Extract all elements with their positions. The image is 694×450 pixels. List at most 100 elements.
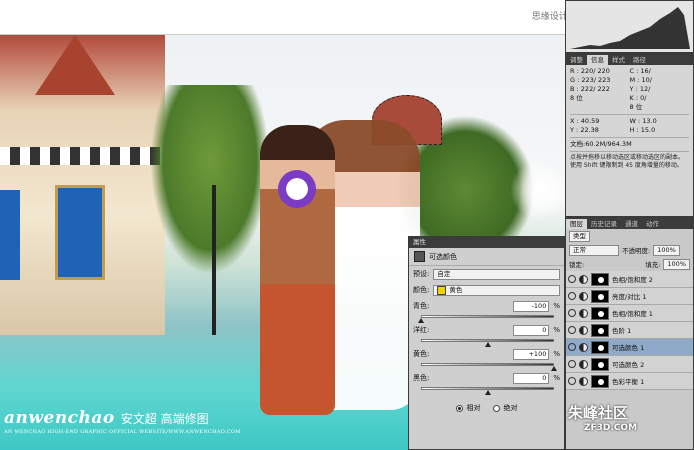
properties-panel: 属性 可选颜色 预设: 自定 颜色: 黄色 青色: -100% 洋红: 0% 黄色: +1… [408, 236, 565, 450]
g-label: G : [570, 76, 580, 84]
color-sliders: 青色: -100% 洋红: 0% 黄色: +100% 黑色: 0% [409, 298, 564, 395]
layer-row[interactable]: 可选颜色 2 [566, 356, 693, 373]
layer-row[interactable]: 色阶 1 [566, 322, 693, 339]
slider-value-field[interactable]: +100 [513, 348, 550, 360]
adjustment-layer-icon [579, 359, 588, 369]
info-panel: 调整 信息 样式 路径 R : 220/ 220 G : 223/ 223 B … [565, 53, 694, 217]
y-value: 12/ [639, 85, 651, 93]
properties-title: 可选颜色 [429, 252, 457, 261]
slider-knob[interactable] [551, 366, 557, 371]
preset-select[interactable]: 自定 [433, 268, 560, 280]
tab-layers[interactable]: 图层 [566, 219, 587, 229]
relative-label: 相对 [466, 404, 481, 412]
slider-knob[interactable] [484, 342, 491, 347]
fill-field[interactable]: 100% [663, 258, 690, 270]
visibility-eye-icon[interactable] [568, 309, 576, 317]
y-coord-value: 22.38 [580, 126, 599, 134]
slider-label: 黄色: [413, 350, 430, 358]
tab-history[interactable]: 历史记录 [587, 219, 621, 229]
relative-radio[interactable] [455, 404, 463, 412]
color-value: 黄色 [449, 285, 463, 294]
slider-track[interactable] [421, 386, 554, 395]
tab-styles[interactable]: 样式 [608, 55, 629, 65]
adjustment-layer-icon [579, 291, 588, 301]
slider-group: 黑色: 0% [409, 370, 564, 395]
visibility-eye-icon[interactable] [568, 326, 576, 334]
adjustment-layer-icon [579, 376, 588, 386]
slider-unit: % [553, 350, 560, 358]
slider-value-field[interactable]: 0 [513, 372, 550, 384]
brand-name: anwenchao [4, 408, 115, 428]
slider-group: 青色: -100% [409, 298, 564, 323]
layer-row[interactable]: 色相/饱和度 2 [566, 271, 693, 288]
site-mark-big: 朱峰社区 [568, 404, 629, 422]
opacity-field[interactable]: 100% [653, 244, 680, 256]
absolute-label: 绝对 [503, 404, 518, 412]
blue-door [55, 185, 105, 280]
tab-info[interactable]: 信息 [587, 55, 608, 65]
tab-channels[interactable]: 通道 [621, 219, 642, 229]
layer-mask-thumbnail[interactable] [591, 374, 609, 388]
info-tabs: 调整 信息 样式 路径 [566, 54, 693, 65]
doc-size: 文档:60.2M/964.3M [570, 140, 632, 148]
site-mark-small: ZF3D.COM [584, 423, 638, 433]
layer-name: 色阶 1 [612, 327, 632, 335]
visibility-eye-icon[interactable] [568, 343, 576, 351]
layer-row[interactable]: 亮度/对比 1 [566, 288, 693, 305]
visibility-eye-icon[interactable] [568, 292, 576, 300]
slider-label: 洋红: [413, 326, 430, 334]
layer-row[interactable]: 色彩平衡 1 [566, 373, 693, 390]
slider-knob[interactable] [418, 318, 424, 323]
layer-list: 色相/饱和度 2 亮度/对比 1 色相/饱和度 1 色阶 1 可选颜色 1 可选颜色 2 色… [566, 271, 693, 390]
street-lamp [212, 185, 216, 335]
x-label: X : [570, 117, 579, 125]
groom [260, 125, 335, 415]
layer-name: 色相/饱和度 1 [612, 310, 653, 318]
brand-subtitle: AN WENCHAO HIGH-END GRAPHIC OFFICIAL WEB… [4, 429, 241, 435]
yellow-swatch-icon [437, 285, 447, 295]
visibility-eye-icon[interactable] [568, 360, 576, 368]
adjustment-layer-icon [579, 342, 588, 352]
h-value: 15.0 [640, 126, 656, 134]
adjustment-layer-icon [579, 274, 588, 284]
layer-mask-thumbnail[interactable] [591, 306, 609, 320]
layer-mask-thumbnail[interactable] [591, 289, 609, 303]
layer-name: 可选颜色 1 [612, 344, 645, 352]
y-coord-label: Y : [570, 126, 579, 134]
layer-name: 色彩平衡 1 [612, 378, 645, 386]
layer-mask-thumbnail[interactable] [591, 357, 609, 371]
tool-hint: 点按并拖移以移动选区或移动选区的副本。使用 Shift 键限制到 45 度角增量… [570, 154, 685, 169]
layer-mask-thumbnail[interactable] [591, 272, 609, 286]
tab-actions[interactable]: 动作 [642, 219, 663, 229]
c-value: 16/ [640, 67, 651, 75]
slider-track[interactable] [421, 338, 554, 347]
layer-mask-thumbnail[interactable] [591, 323, 609, 337]
visibility-eye-icon[interactable] [568, 275, 576, 283]
slider-unit: % [553, 374, 560, 382]
histogram-graph [570, 7, 690, 49]
slider-track[interactable] [421, 362, 557, 371]
site-mark: 朱峰社区 ZF3D.COM [568, 402, 637, 433]
slider-group: 黄色: +100% [409, 346, 564, 371]
adjustment-layer-icon [579, 325, 588, 335]
w-label: W : [629, 117, 641, 125]
slider-track[interactable] [418, 314, 554, 323]
layer-row[interactable]: 色相/饱和度 1 [566, 305, 693, 322]
opacity-label: 不透明度: [622, 247, 651, 255]
absolute-radio[interactable] [492, 404, 500, 412]
slider-unit: % [553, 302, 560, 310]
k-value: 0/ [640, 94, 647, 102]
slider-value-field[interactable]: 0 [513, 324, 550, 336]
tab-adjust[interactable]: 调整 [566, 55, 587, 65]
color-select[interactable]: 黄色 [433, 284, 560, 296]
tab-paths[interactable]: 路径 [629, 55, 650, 65]
layer-row[interactable]: 可选颜色 1 [566, 339, 693, 356]
slider-knob[interactable] [484, 390, 491, 395]
slider-label: 黑色: [413, 374, 430, 382]
blend-mode-select[interactable]: 正常 [569, 244, 619, 256]
slider-value-field[interactable]: -100 [513, 300, 550, 312]
layer-mask-thumbnail[interactable] [591, 340, 609, 354]
visibility-eye-icon[interactable] [568, 377, 576, 385]
r-value: 220/ 220 [580, 67, 610, 75]
filter-kind-select[interactable]: 类型 [569, 230, 590, 242]
